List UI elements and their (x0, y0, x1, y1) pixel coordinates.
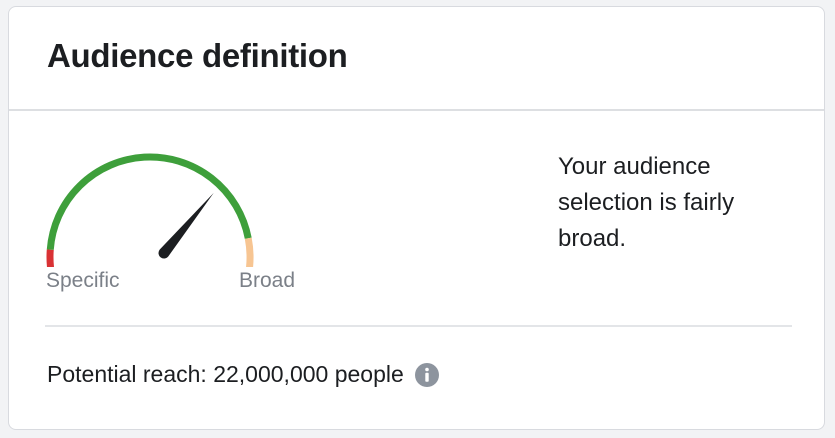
info-icon[interactable] (414, 362, 440, 388)
potential-reach-row: Potential reach: 22,000,000 people (47, 361, 440, 388)
audience-definition-card: Audience definition Specific Broad Your … (8, 6, 825, 430)
gauge-icon (46, 153, 254, 267)
audience-description: Your audience selection is fairly broad. (558, 153, 735, 252)
gauge-label-specific: Specific (46, 269, 120, 292)
divider (45, 325, 792, 327)
gauge-arc-broad (244, 237, 254, 267)
gauge-label-broad: Broad (239, 269, 296, 292)
audience-gauge: Specific Broad (45, 137, 315, 307)
gauge-needle (158, 192, 214, 259)
card-title: Audience definition (47, 37, 348, 74)
potential-reach-text: Potential reach: 22,000,000 people (47, 361, 404, 387)
card-header: Audience definition (9, 7, 824, 111)
gauge-arc-specific (46, 249, 55, 267)
gauge-arc-middle (46, 153, 252, 250)
